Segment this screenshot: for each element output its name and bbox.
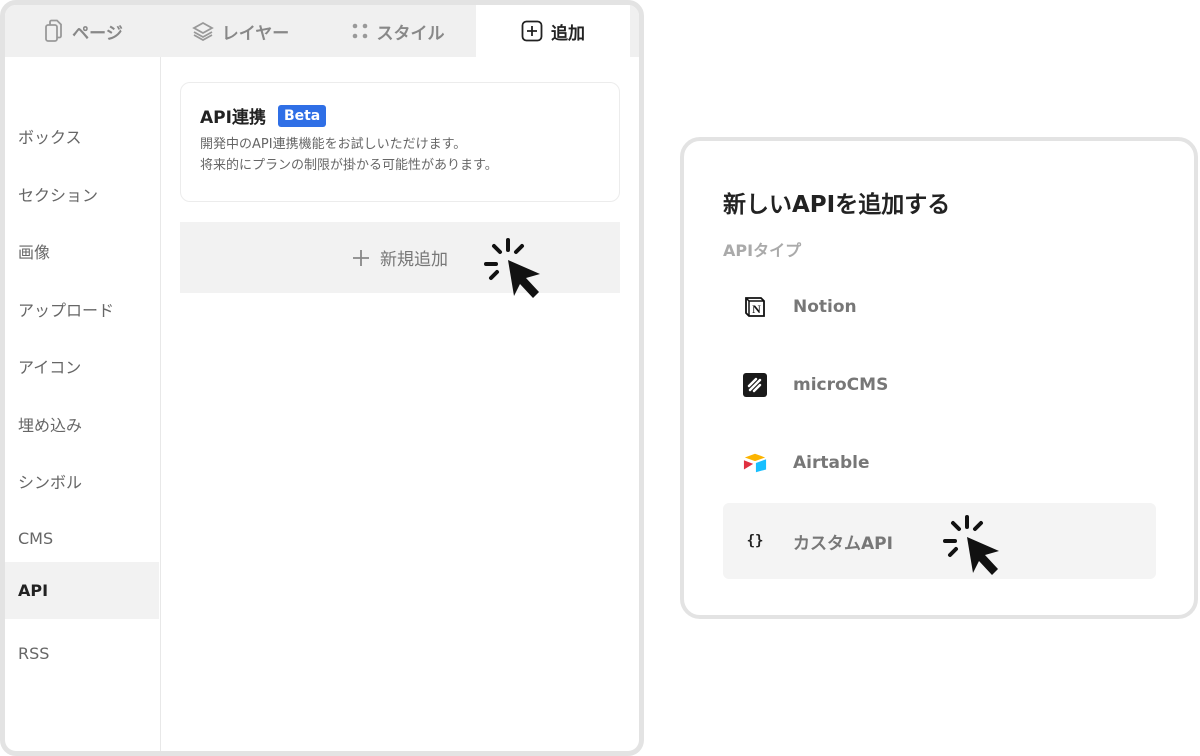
tab-style[interactable]: スタイル <box>319 5 476 57</box>
tab-add[interactable]: 追加 <box>476 5 630 57</box>
beta-badge: Beta <box>277 104 327 127</box>
add-new-label: 新規追加 <box>380 250 448 270</box>
add-api-dialog: 新しいAPIを追加する APIタイプ N Notion microCMS Air… <box>680 137 1198 619</box>
tab-page[interactable]: ページ <box>5 5 162 57</box>
add-new-button[interactable]: 新規追加 <box>180 222 620 293</box>
api-option-label: Notion <box>793 297 857 317</box>
sidebar-item-box[interactable]: ボックス <box>5 107 159 164</box>
airtable-icon <box>743 451 767 475</box>
braces-icon: {} <box>746 533 764 549</box>
api-info-card: API連携 Beta 開発中のAPI連携機能をお試しいただけます。 将来的にプラ… <box>180 82 620 202</box>
tab-label: ページ <box>72 23 123 44</box>
tab-label: レイヤー <box>221 23 290 44</box>
sidebar-item-image[interactable]: 画像 <box>5 222 159 279</box>
sidebar-item-api[interactable]: API <box>5 562 159 619</box>
plus-square-icon <box>521 20 543 42</box>
left-panel: ページ レイヤー スタイル 追加 ボックス セクション 画像 アップロード アイ… <box>0 0 644 756</box>
api-option-label: カスタムAPI <box>793 533 893 554</box>
svg-text:N: N <box>752 302 761 316</box>
notion-icon: N <box>743 295 767 319</box>
api-type-label: APIタイプ <box>723 241 802 260</box>
sidebar-item-symbol[interactable]: シンボル <box>5 452 159 509</box>
card-description: 開発中のAPI連携機能をお試しいただけます。 <box>200 137 467 152</box>
microcms-icon <box>743 373 767 397</box>
sidebar-item-icon[interactable]: アイコン <box>5 337 159 394</box>
api-option-microcms[interactable]: microCMS <box>723 347 1156 423</box>
click-cursor-icon <box>484 238 540 298</box>
sidebar: ボックス セクション 画像 アップロード アイコン 埋め込み シンボル CMS … <box>5 57 161 751</box>
plus-icon <box>353 249 369 266</box>
sidebar-item-upload[interactable]: アップロード <box>5 280 159 337</box>
tab-bar: ページ レイヤー スタイル 追加 <box>5 5 639 57</box>
card-title: API連携 <box>200 108 266 128</box>
card-description: 将来的にプランの制限が掛かる可能性があります。 <box>200 158 498 173</box>
tab-label: 追加 <box>551 23 585 44</box>
sidebar-item-cms[interactable]: CMS <box>5 510 159 567</box>
page-icon <box>45 19 63 42</box>
sidebar-item-section[interactable]: セクション <box>5 165 159 222</box>
api-option-notion[interactable]: N Notion <box>723 269 1156 345</box>
tab-layers[interactable]: レイヤー <box>162 5 319 57</box>
sidebar-item-rss[interactable]: RSS <box>5 625 159 682</box>
click-cursor-icon <box>943 515 999 575</box>
style-icon <box>352 23 367 39</box>
api-option-label: Airtable <box>793 453 870 473</box>
api-option-label: microCMS <box>793 375 889 395</box>
sidebar-item-embed[interactable]: 埋め込み <box>5 395 159 452</box>
dialog-title: 新しいAPIを追加する <box>723 192 951 218</box>
layers-icon <box>191 21 214 41</box>
api-option-airtable[interactable]: Airtable <box>723 425 1156 501</box>
tab-label: スタイル <box>376 23 445 44</box>
